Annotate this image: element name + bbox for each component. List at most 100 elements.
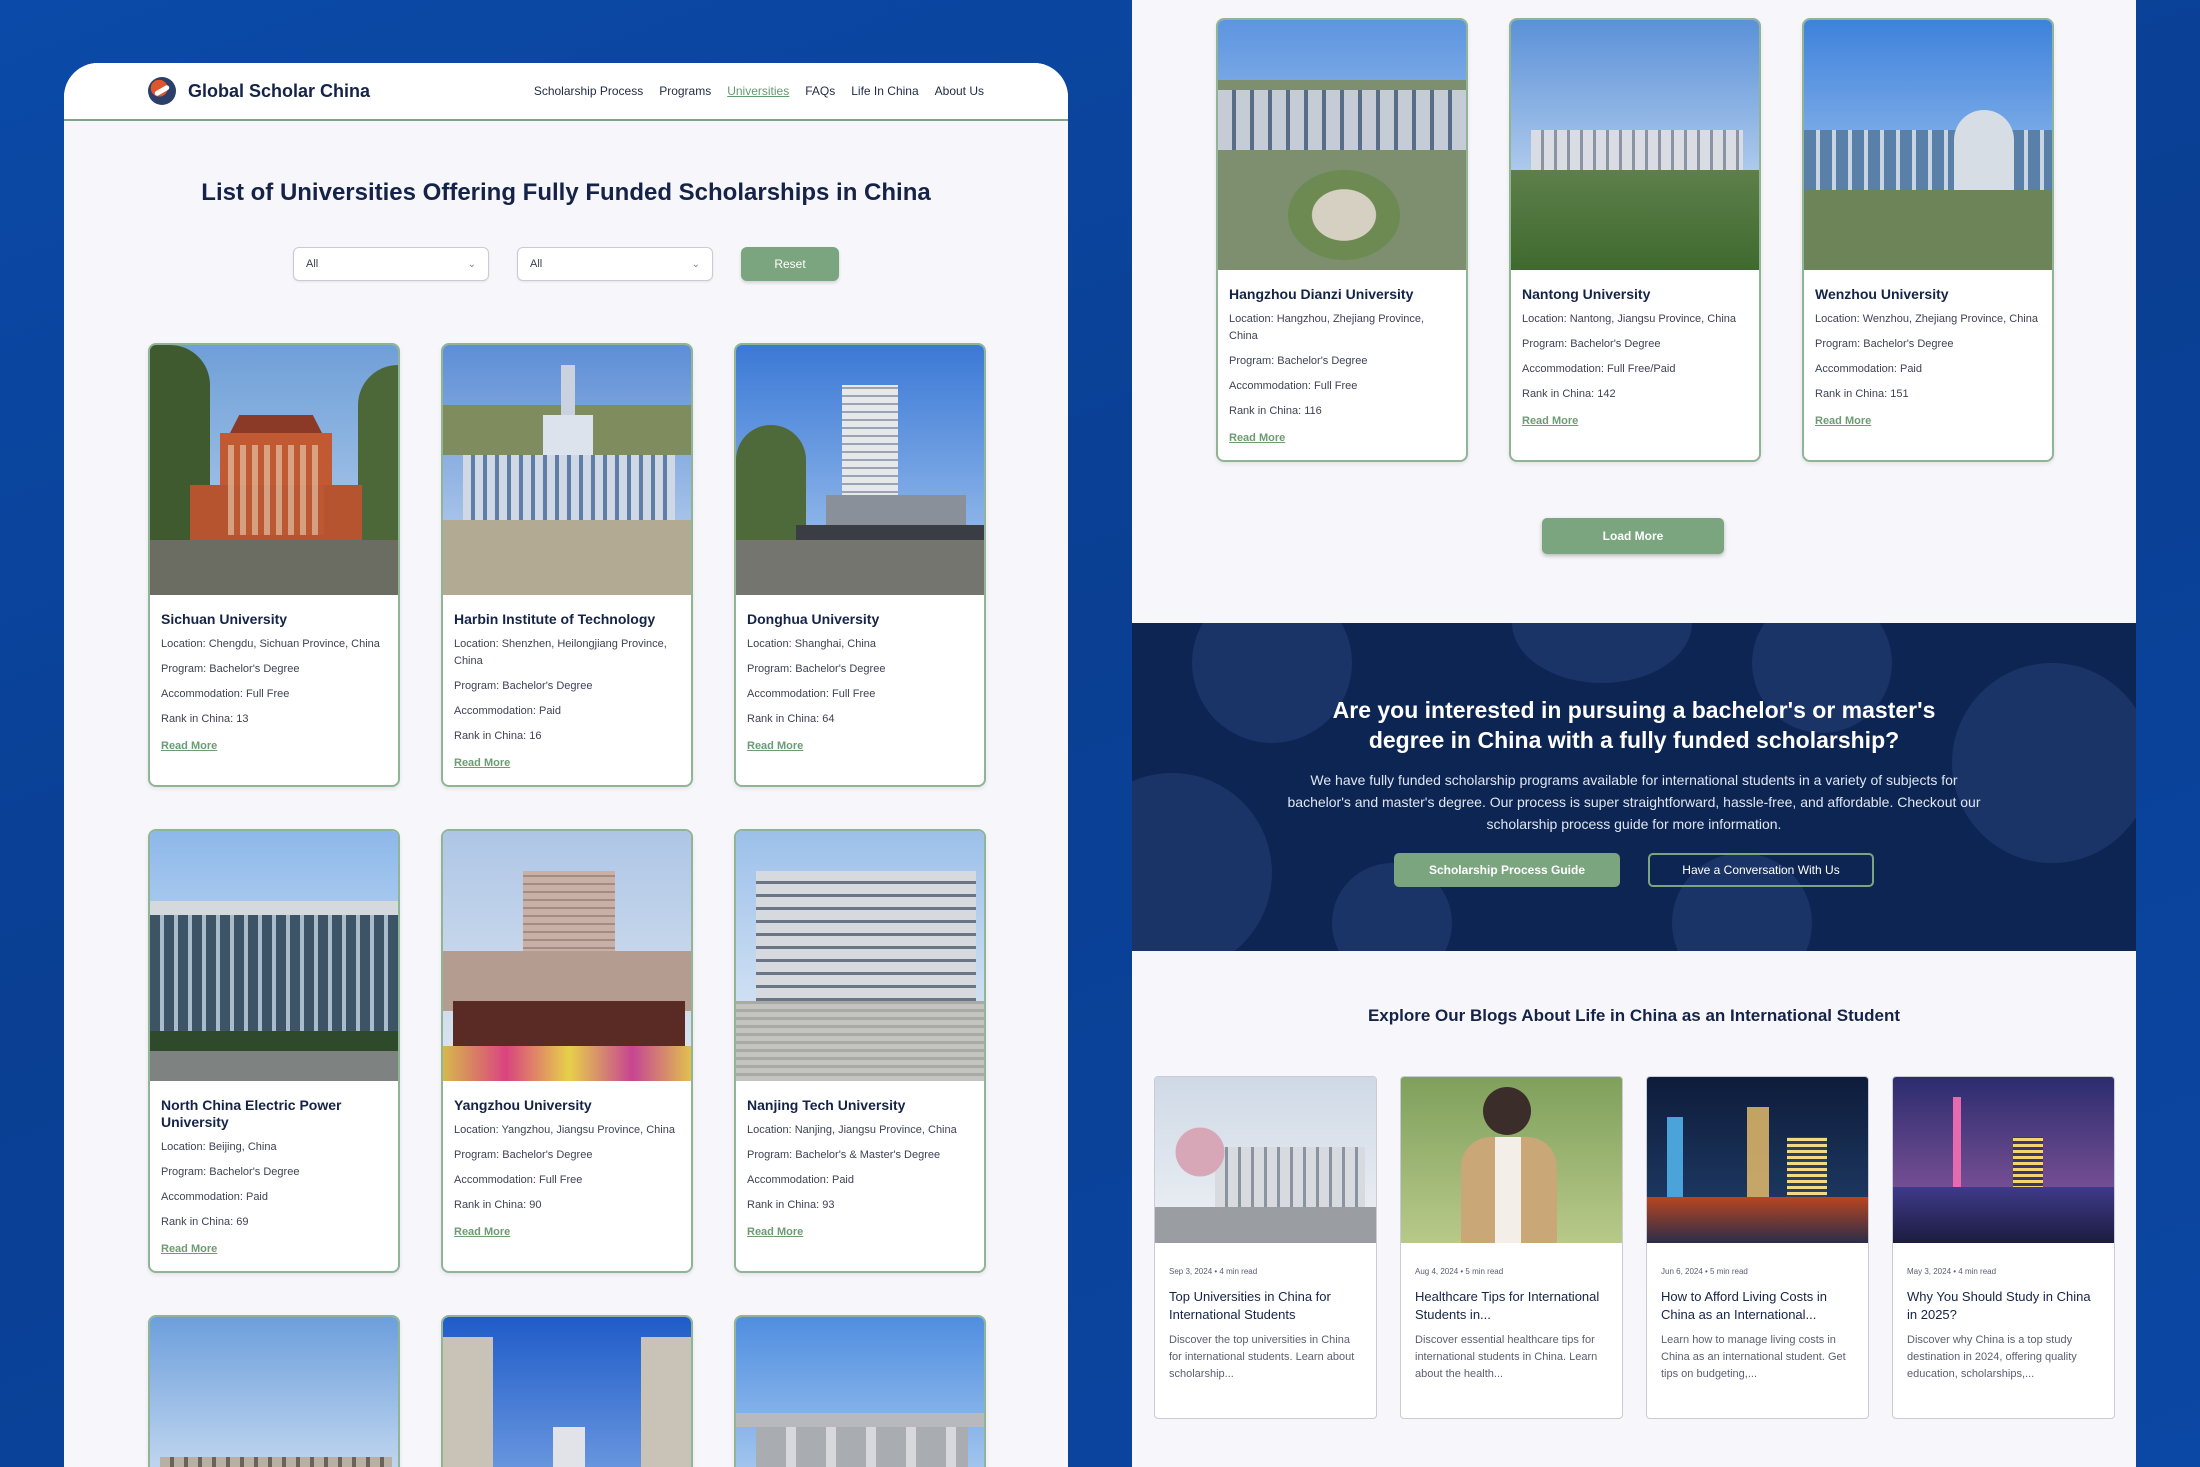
blog-excerpt: Discover the top universities in China f…	[1169, 1334, 1355, 1380]
university-rank: Rank in China: 16	[454, 730, 542, 742]
nav-universities[interactable]: Universities	[727, 84, 789, 98]
blog-excerpt: Learn how to manage living costs in Chin…	[1661, 1334, 1846, 1380]
university-accommodation: Accommodation: Full Free	[747, 688, 876, 700]
nav-faqs[interactable]: FAQs	[805, 84, 835, 98]
blog-photo	[1647, 1077, 1868, 1243]
filter-select-2[interactable]: All ⌄	[517, 247, 713, 281]
university-card-partial	[441, 1315, 693, 1467]
university-program: Program: Bachelor's Degree	[161, 663, 300, 675]
university-card: North China Electric Power University Lo…	[148, 829, 400, 1273]
university-program: Program: Bachelor's Degree	[1229, 355, 1368, 367]
blog-photo	[1893, 1077, 2114, 1243]
blog-meta: Sep 3, 2024 • 4 min read	[1169, 1267, 1258, 1276]
university-name: Sichuan University	[161, 611, 288, 627]
university-card-partial	[734, 1315, 986, 1467]
university-rank: Rank in China: 142	[1522, 388, 1616, 400]
university-rank: Rank in China: 90	[454, 1199, 542, 1211]
blog-title[interactable]: Why You Should Study in China in 2025?	[1907, 1288, 2100, 1324]
blog-card[interactable]: May 3, 2024 • 4 min read Why You Should …	[1892, 1076, 2115, 1419]
read-more-link[interactable]: Read More	[1815, 415, 1871, 427]
university-program: Program: Bachelor's & Master's Degree	[747, 1149, 941, 1161]
nav-programs[interactable]: Programs	[659, 84, 711, 98]
blog-grid: Sep 3, 2024 • 4 min read Top Universitie…	[1154, 1076, 2115, 1419]
read-more-link[interactable]: Read More	[454, 757, 510, 769]
universities-page-left: Global Scholar China Scholarship Process…	[64, 63, 1068, 1467]
university-accommodation: Accommodation: Paid	[454, 705, 561, 717]
university-rank: Rank in China: 64	[747, 713, 835, 725]
universities-page-right: Hangzhou Dianzi University Location: Han…	[1132, 0, 2136, 1467]
university-photo	[150, 345, 398, 595]
chevron-down-icon: ⌄	[467, 258, 476, 270]
nav-about-us[interactable]: About Us	[935, 84, 984, 98]
university-name: Nantong University	[1522, 286, 1651, 302]
read-more-link[interactable]: Read More	[1522, 415, 1578, 427]
blog-card[interactable]: Sep 3, 2024 • 4 min read Top Universitie…	[1154, 1076, 1377, 1419]
university-program: Program: Bachelor's Degree	[161, 1166, 300, 1178]
cta-text: We have fully funded scholarship program…	[1287, 772, 1981, 832]
filter-bar: All ⌄ All ⌄ Reset	[64, 247, 1068, 281]
university-location: Location: Hangzhou, Zhejiang Province, C…	[1229, 313, 1425, 342]
read-more-link[interactable]: Read More	[1229, 432, 1285, 444]
university-location: Location: Yangzhou, Jiangsu Province, Ch…	[454, 1124, 675, 1136]
university-photo	[1511, 20, 1759, 270]
brand-logo-icon	[148, 77, 176, 105]
main-nav: Scholarship Process Programs Universitie…	[534, 84, 984, 98]
university-name: Hangzhou Dianzi University	[1229, 286, 1414, 302]
blog-card[interactable]: Jun 6, 2024 • 5 min read How to Afford L…	[1646, 1076, 1869, 1419]
university-photo	[1804, 20, 2052, 270]
brand[interactable]: Global Scholar China	[148, 77, 370, 105]
nav-life-in-china[interactable]: Life In China	[851, 84, 918, 98]
university-location: Location: Shanghai, China	[747, 638, 877, 650]
blog-card[interactable]: Aug 4, 2024 • 5 min read Healthcare Tips…	[1400, 1076, 1623, 1419]
nav-scholarship-process[interactable]: Scholarship Process	[534, 84, 643, 98]
university-card: Sichuan University Location: Chengdu, Si…	[148, 343, 400, 787]
university-photo	[736, 1317, 984, 1467]
read-more-link[interactable]: Read More	[454, 1226, 510, 1238]
university-name: Wenzhou University	[1815, 286, 1949, 302]
university-photo	[1218, 20, 1466, 270]
university-location: Location: Chengdu, Sichuan Province, Chi…	[161, 638, 380, 650]
cta-title: Are you interested in pursuing a bachelo…	[1332, 697, 1936, 753]
university-photo	[736, 831, 984, 1081]
university-program: Program: Bachelor's Degree	[454, 1149, 593, 1161]
university-photo	[443, 1317, 691, 1467]
university-location: Location: Nantong, Jiangsu Province, Chi…	[1522, 313, 1737, 325]
blog-excerpt: Discover essential healthcare tips for i…	[1415, 1334, 1598, 1380]
university-accommodation: Accommodation: Full Free	[454, 1174, 583, 1186]
university-location: Location: Beijing, China	[161, 1141, 277, 1153]
university-photo	[150, 831, 398, 1081]
filter-select-1[interactable]: All ⌄	[293, 247, 489, 281]
university-program: Program: Bachelor's Degree	[454, 680, 593, 692]
university-program: Program: Bachelor's Degree	[1815, 338, 1954, 350]
blog-title[interactable]: How to Afford Living Costs in China as a…	[1661, 1288, 1854, 1324]
university-name: Yangzhou University	[454, 1097, 592, 1113]
filter-select-1-value: All	[306, 258, 319, 270]
read-more-link[interactable]: Read More	[747, 1226, 803, 1238]
reset-button[interactable]: Reset	[741, 247, 839, 281]
read-more-link[interactable]: Read More	[161, 1243, 217, 1255]
read-more-link[interactable]: Read More	[747, 740, 803, 752]
university-name: Nanjing Tech University	[747, 1097, 906, 1113]
university-accommodation: Accommodation: Paid	[161, 1191, 268, 1203]
university-grid: Sichuan University Location: Chengdu, Si…	[148, 343, 986, 1467]
blog-title[interactable]: Healthcare Tips for International Studen…	[1415, 1288, 1608, 1324]
scholarship-guide-button[interactable]: Scholarship Process Guide	[1394, 853, 1620, 887]
load-more-button[interactable]: Load More	[1542, 518, 1724, 554]
university-card-partial	[148, 1315, 400, 1467]
brand-name: Global Scholar China	[188, 80, 371, 101]
scholarship-cta-section: Are you interested in pursuing a bachelo…	[1132, 623, 2136, 951]
university-location: Location: Wenzhou, Zhejiang Province, Ch…	[1815, 313, 2038, 325]
university-accommodation: Accommodation: Full Free/Paid	[1522, 363, 1676, 375]
university-photo	[736, 345, 984, 595]
university-rank: Rank in China: 151	[1815, 388, 1909, 400]
conversation-button[interactable]: Have a Conversation With Us	[1648, 853, 1874, 887]
blog-excerpt: Discover why China is a top study destin…	[1907, 1334, 2077, 1380]
blog-title[interactable]: Top Universities in China for Internatio…	[1169, 1288, 1362, 1324]
blogs-section-title: Explore Our Blogs About Life in China as…	[1367, 1006, 1901, 1025]
university-card: Yangzhou University Location: Yangzhou, …	[441, 829, 693, 1273]
blog-meta: Aug 4, 2024 • 5 min read	[1415, 1267, 1504, 1276]
university-photo	[150, 1317, 398, 1467]
university-card: Harbin Institute of Technology Location:…	[441, 343, 693, 787]
university-name: North China Electric Power University	[161, 1097, 342, 1130]
read-more-link[interactable]: Read More	[161, 740, 217, 752]
